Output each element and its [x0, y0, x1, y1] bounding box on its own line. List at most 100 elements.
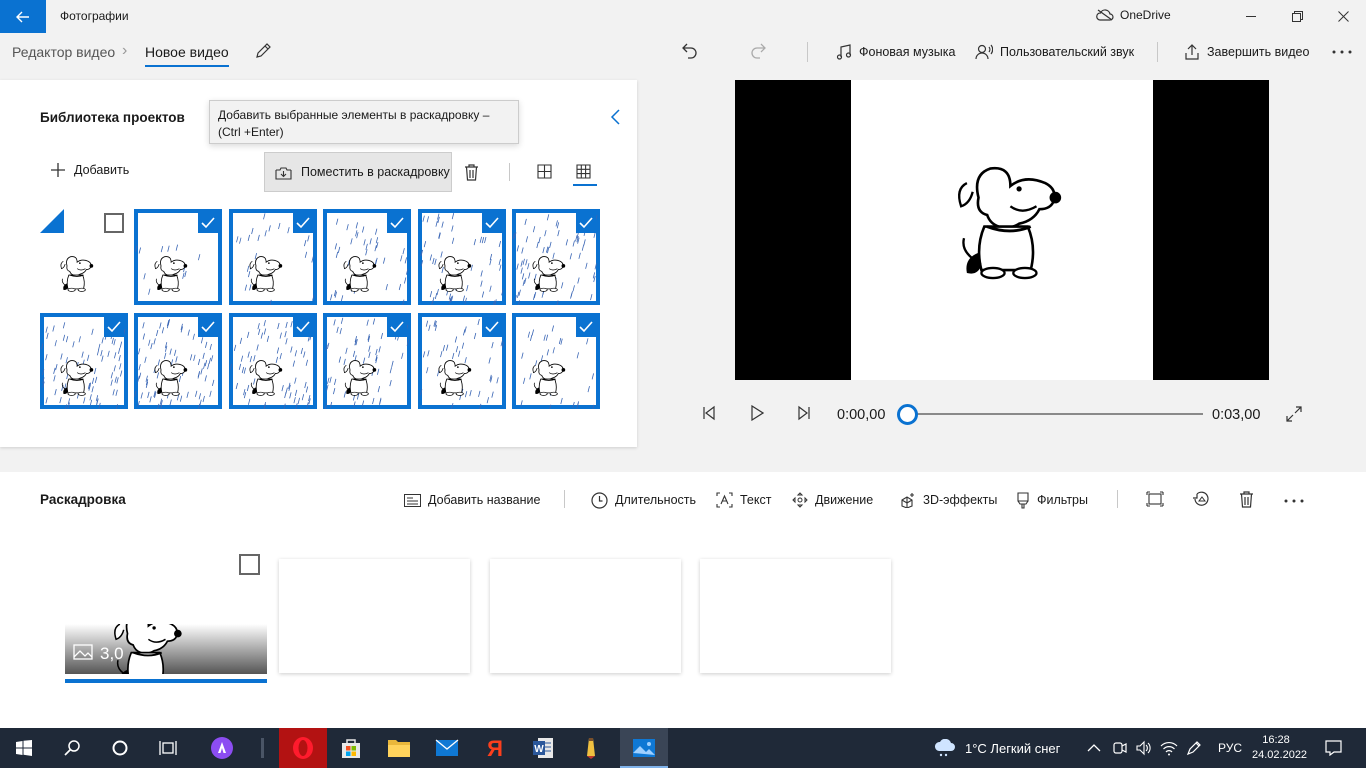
- item-checkbox[interactable]: [387, 317, 408, 337]
- item-checkbox[interactable]: [292, 213, 313, 233]
- trash-icon[interactable]: [1239, 491, 1254, 508]
- paint-app[interactable]: [567, 728, 615, 768]
- background-music-button[interactable]: Фоновая музыка: [836, 41, 955, 63]
- rotate-icon[interactable]: [1193, 491, 1210, 508]
- pencil-icon[interactable]: [254, 42, 272, 60]
- place-in-storyboard-button[interactable]: Поместить в раскадровку: [264, 152, 452, 192]
- seek-thumb[interactable]: [897, 404, 918, 425]
- crop-resize-icon[interactable]: [1146, 491, 1164, 507]
- task-view-button[interactable]: [144, 728, 192, 768]
- motion-button[interactable]: Движение: [792, 490, 873, 510]
- small-grid-icon[interactable]: [576, 164, 591, 179]
- wifi-icon[interactable]: [1160, 740, 1178, 756]
- pen-workspace-icon[interactable]: [1186, 740, 1202, 756]
- library-item[interactable]: [323, 209, 412, 305]
- svg-text:Я: Я: [487, 736, 503, 760]
- 3d-effects-label: 3D-эффекты: [923, 493, 998, 507]
- large-grid-icon[interactable]: [537, 164, 552, 179]
- item-checkbox[interactable]: [198, 213, 219, 233]
- library-item[interactable]: [417, 209, 506, 305]
- weather-text[interactable]: 1°C Легкий снег: [965, 741, 1060, 756]
- text-button[interactable]: Текст: [716, 490, 771, 510]
- opera-app[interactable]: [279, 728, 327, 768]
- dog-illustration: [114, 624, 182, 674]
- finish-video-button[interactable]: Завершить видео: [1184, 41, 1309, 63]
- more-options-icon[interactable]: [1284, 499, 1304, 503]
- more-options-icon[interactable]: [1332, 50, 1352, 54]
- back-button[interactable]: [0, 0, 46, 33]
- play-icon[interactable]: [750, 405, 764, 421]
- photos-app[interactable]: [620, 728, 668, 768]
- alice-app[interactable]: [198, 728, 246, 768]
- search-button[interactable]: [48, 728, 96, 768]
- custom-audio-button[interactable]: Пользовательский звук: [975, 41, 1134, 63]
- item-checkbox[interactable]: [104, 213, 124, 233]
- dog-illustration: [958, 166, 1062, 280]
- file-explorer-app[interactable]: [375, 728, 423, 768]
- item-checkbox[interactable]: [481, 317, 502, 337]
- preview-frame: [851, 80, 1153, 380]
- onedrive-button[interactable]: OneDrive: [1096, 8, 1171, 22]
- start-button[interactable]: [0, 728, 48, 768]
- cortana-button[interactable]: [96, 728, 144, 768]
- item-checkbox[interactable]: [292, 317, 313, 337]
- library-item[interactable]: [228, 313, 317, 409]
- duration-button[interactable]: Длительность: [591, 490, 696, 510]
- chevron-left-icon[interactable]: [609, 108, 623, 126]
- item-checkbox[interactable]: [481, 213, 502, 233]
- library-item[interactable]: [228, 209, 317, 305]
- previous-frame-icon[interactable]: [702, 405, 716, 421]
- finish-video-label: Завершить видео: [1207, 45, 1310, 59]
- word-app[interactable]: W: [519, 728, 567, 768]
- filters-label: Фильтры: [1037, 493, 1088, 507]
- undo-icon[interactable]: [682, 42, 698, 60]
- library-item[interactable]: [40, 313, 128, 409]
- yandex-app[interactable]: Я: [471, 728, 519, 768]
- meet-now-icon[interactable]: [1112, 740, 1128, 756]
- close-button[interactable]: [1320, 0, 1366, 33]
- library-item[interactable]: [417, 313, 506, 409]
- library-item[interactable]: [134, 209, 223, 305]
- checkmark-icon: [485, 217, 499, 229]
- 3d-effects-button[interactable]: 3D-эффекты: [900, 490, 997, 510]
- language-indicator[interactable]: РУС: [1218, 741, 1242, 755]
- restore-icon: [1291, 11, 1303, 22]
- breadcrumb-root[interactable]: Редактор видео: [12, 44, 115, 60]
- next-frame-icon[interactable]: [797, 405, 811, 421]
- clock[interactable]: 16:28 24.02.2022: [1252, 733, 1307, 763]
- filters-button[interactable]: Фильтры: [1016, 490, 1088, 510]
- notifications-icon[interactable]: [1325, 740, 1342, 756]
- restore-button[interactable]: [1274, 0, 1320, 33]
- library-item[interactable]: [512, 313, 600, 409]
- close-icon: [1337, 11, 1349, 22]
- library-item[interactable]: [323, 313, 412, 409]
- library-item[interactable]: [134, 313, 223, 409]
- add-title-button[interactable]: Добавить название: [404, 490, 540, 510]
- item-checkbox[interactable]: [576, 317, 596, 337]
- add-media-button[interactable]: Добавить: [50, 162, 129, 178]
- item-checkbox[interactable]: [387, 213, 408, 233]
- minimize-icon: [1246, 15, 1256, 17]
- volume-icon[interactable]: [1136, 740, 1152, 756]
- trash-icon[interactable]: [464, 164, 479, 181]
- item-checkbox[interactable]: [198, 317, 219, 337]
- weather-widget[interactable]: [930, 728, 960, 768]
- minimize-button[interactable]: [1228, 0, 1274, 33]
- library-item[interactable]: [512, 209, 600, 305]
- person-voice-icon: [975, 44, 993, 60]
- checkmark-icon: [296, 217, 310, 229]
- item-checkbox[interactable]: [104, 317, 124, 337]
- cloud-icon: [1096, 9, 1114, 21]
- mail-app[interactable]: [423, 728, 471, 768]
- clip-checkbox[interactable]: [239, 554, 260, 575]
- item-checkbox[interactable]: [576, 213, 596, 233]
- library-item[interactable]: [40, 209, 128, 305]
- expand-icon[interactable]: [1286, 406, 1302, 422]
- redo-icon[interactable]: [750, 42, 766, 60]
- duration-label: Длительность: [615, 493, 697, 507]
- store-app[interactable]: [327, 728, 375, 768]
- seek-track[interactable]: [912, 413, 1203, 415]
- storyboard-clip[interactable]: [65, 624, 267, 674]
- chevron-up-icon[interactable]: [1087, 743, 1101, 752]
- circle-icon: [112, 740, 128, 756]
